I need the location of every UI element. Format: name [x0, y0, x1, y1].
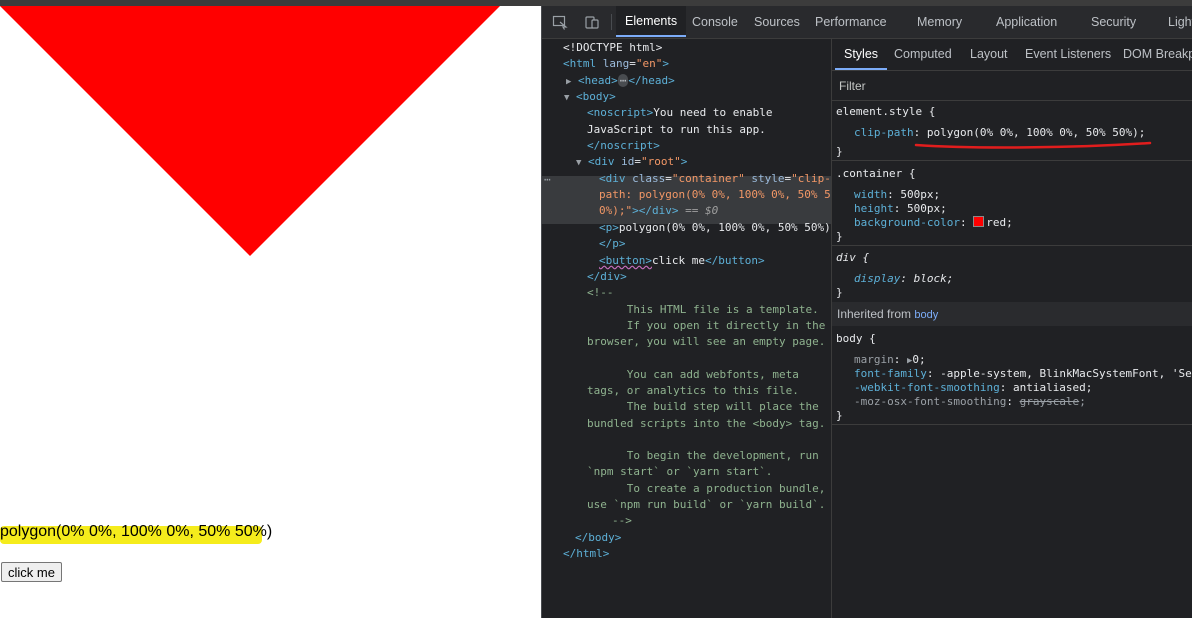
polygon-text: polygon(0% 0%, 100% 0%, 50% 50%) — [0, 523, 273, 540]
dom-p[interactable]: <p>polygon(0% 0%, 100% 0%, 50% 50%)</p> — [599, 220, 831, 236]
webkit-font-smoothing-declaration[interactable]: -webkit-font-smoothing: antialiased; — [854, 381, 1092, 395]
styles-tabs: Styles Computed Layout Event Listeners D… — [832, 39, 1192, 71]
clip-path-declaration[interactable]: clip-path: polygon(0% 0%, 100% 0%, 50% 5… — [854, 126, 1145, 140]
font-family-declaration[interactable]: font-family: -apple-system, BlinkMacSyst… — [854, 367, 1192, 381]
dom-root-div[interactable]: ▼ <div id="root"> — [576, 154, 687, 170]
dom-head[interactable]: ▶ <head> ⋯ </head> — [566, 73, 675, 89]
div-ua-selector: div { — [836, 251, 870, 264]
dom-noscript-text: JavaScript to run this app. — [587, 123, 766, 136]
rule-separator — [832, 160, 1192, 161]
clipped-red-container — [0, 6, 500, 256]
elements-dom-tree: <!DOCTYPE html> <html lang="en"> ▶ <head… — [542, 39, 831, 618]
expand-arrow-icon[interactable]: ▶ — [566, 77, 571, 87]
device-toolbar-icon[interactable] — [584, 14, 600, 30]
moz-font-smoothing-declaration[interactable]: -moz-osx-font-smoothing: grayscale; — [854, 395, 1086, 409]
tab-event-listeners[interactable]: Event Listeners — [1025, 39, 1111, 70]
tab-memory[interactable]: Memory — [917, 6, 962, 38]
display-declaration: display: block; — [854, 272, 954, 285]
comment-line: browser, you will see an empty page. — [587, 335, 826, 348]
height-declaration[interactable]: height: 500px; — [854, 202, 947, 216]
comment-line: `npm start` or `yarn start`. — [587, 465, 773, 478]
container-selector: .container { — [836, 167, 916, 180]
node-actions-ellipsis[interactable]: ⋯ — [544, 172, 551, 188]
toolbar-divider — [611, 14, 612, 30]
dom-comment-close[interactable]: --> — [612, 513, 632, 529]
rule-close-brace: } — [836, 409, 843, 422]
dom-body-open[interactable]: ▼ <body> — [564, 89, 616, 105]
tab-dom-breakpoints[interactable]: DOM Breakpoints — [1123, 39, 1192, 70]
dom-container-style: path: polygon(0% 0%, 100% 0%, 50% 5 — [599, 188, 831, 201]
color-swatch-icon[interactable] — [973, 216, 985, 227]
inspect-element-icon[interactable] — [552, 14, 568, 30]
devtools-toolbar: Elements Console Sources Performance Mem… — [542, 6, 1192, 39]
comment-line: bundled scripts into the <body> tag. — [587, 417, 826, 430]
collapse-arrow-icon[interactable]: ▼ — [576, 158, 581, 168]
collapse-arrow-icon[interactable]: ▼ — [564, 93, 569, 103]
red-underline-annotation — [914, 141, 1152, 149]
dom-doctype[interactable]: <!DOCTYPE html> — [563, 40, 662, 56]
dom-p-close[interactable]: </p> — [599, 236, 626, 252]
comment-line: tags, or analytics to this file. — [587, 384, 799, 397]
comment-line: To begin the development, run — [587, 449, 819, 462]
comment-line: To create a production bundle, — [587, 482, 826, 495]
rule-separator — [832, 245, 1192, 246]
margin-declaration[interactable]: margin: ▶0; — [854, 353, 926, 367]
dom-html-open[interactable]: <html lang="en"> — [563, 56, 669, 72]
tab-security[interactable]: Security — [1091, 6, 1136, 38]
rule-separator — [832, 424, 1192, 425]
dom-div-close[interactable]: </div> — [587, 269, 627, 285]
inherited-body-link[interactable]: body — [914, 309, 938, 321]
tab-lighthouse[interactable]: Light — [1168, 6, 1192, 38]
styles-filter-input[interactable]: Filter — [832, 71, 1192, 101]
dom-html-close[interactable]: </html> — [563, 546, 609, 562]
tab-performance[interactable]: Performance — [815, 6, 887, 38]
inherited-from-header: Inherited from body — [832, 302, 1192, 326]
comment-line: The build step will place the — [587, 400, 819, 413]
width-declaration[interactable]: width: 500px; — [854, 188, 940, 202]
dom-noscript-open[interactable]: <noscript>You need to enable — [587, 105, 772, 121]
rule-close-brace: } — [836, 230, 843, 243]
comment-line: This HTML file is a template. — [587, 303, 819, 316]
devtools-panel: Elements Console Sources Performance Mem… — [541, 6, 1192, 618]
tab-computed[interactable]: Computed — [894, 39, 952, 70]
comment-line: If you open it directly in the — [587, 319, 826, 332]
tab-sources[interactable]: Sources — [754, 6, 800, 38]
comment-line: use `npm run build` or `yarn build`. — [587, 498, 826, 511]
rule-close-brace: } — [836, 286, 843, 299]
dom-noscript-close[interactable]: </noscript> — [587, 138, 660, 154]
background-color-declaration[interactable]: background-color: red; — [854, 216, 1013, 230]
tab-styles[interactable]: Styles — [835, 39, 888, 70]
rendered-page: polygon(0% 0%, 100% 0%, 50% 50%) click m… — [0, 6, 541, 618]
body-selector: body { — [836, 332, 876, 345]
dom-body-close[interactable]: </body> — [575, 530, 621, 546]
dom-comment-open[interactable]: <!-- — [587, 285, 614, 301]
element-style-selector: element.style { — [836, 105, 936, 118]
rule-close-brace: } — [836, 145, 843, 158]
dom-container-close: 0%);"></div> == $0 — [599, 204, 719, 217]
comment-line: You can add webfonts, meta — [587, 368, 799, 381]
dom-button[interactable]: <button>click me</button> — [599, 253, 765, 269]
styles-sidebar: Styles Computed Layout Event Listeners D… — [832, 39, 1192, 618]
tab-elements[interactable]: Elements — [616, 6, 687, 37]
tab-console[interactable]: Console — [692, 6, 738, 38]
tab-layout[interactable]: Layout — [970, 39, 1008, 70]
click-me-button[interactable]: click me — [1, 562, 62, 582]
tab-application[interactable]: Application — [996, 6, 1057, 38]
dom-container-div[interactable]: <div class="container" style="clip- — [599, 171, 831, 187]
